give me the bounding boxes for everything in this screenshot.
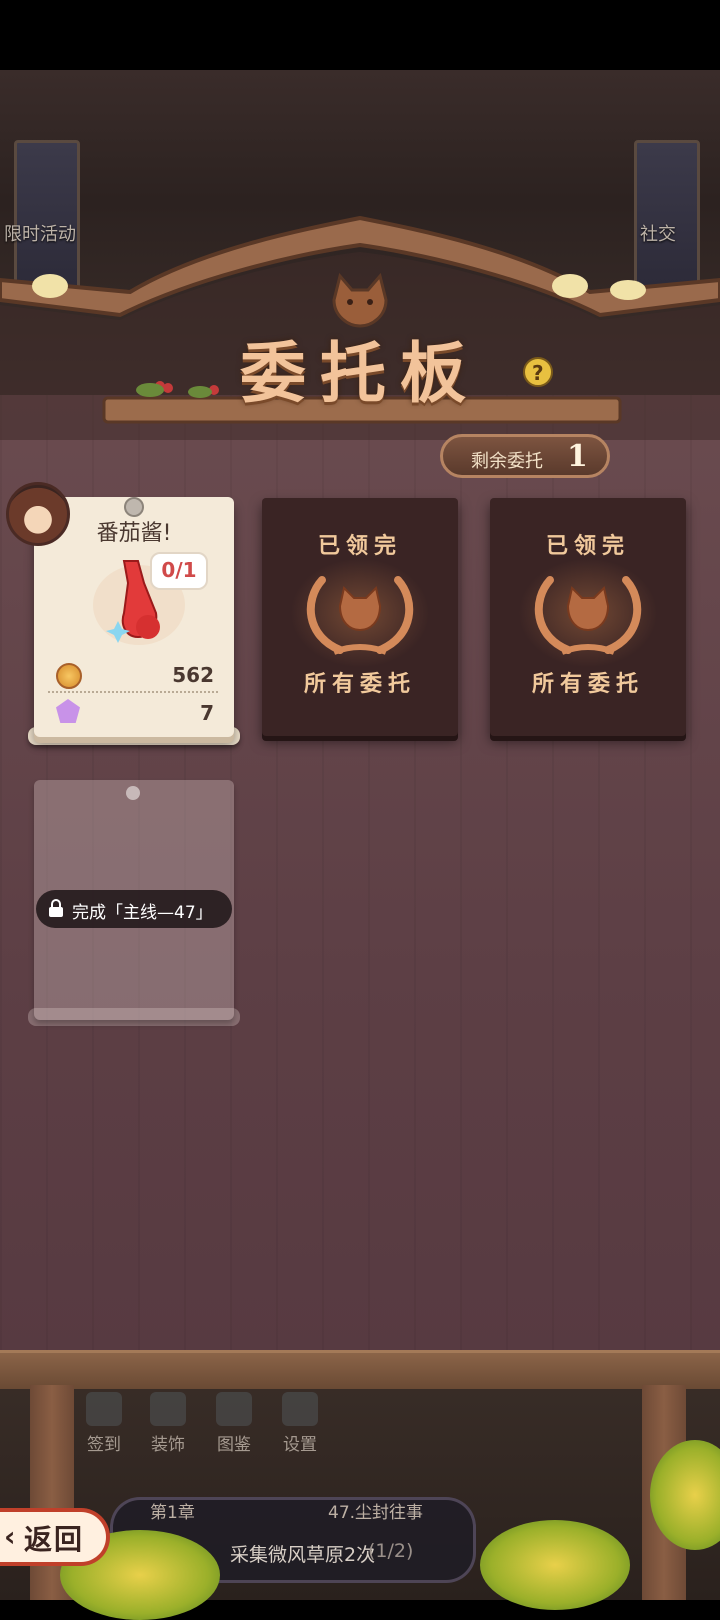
claimed-text: 已领完 — [545, 534, 630, 559]
reward-gem-value: 7 — [200, 701, 214, 725]
pin-icon — [126, 786, 140, 800]
all-commissions-text: 所有委托 — [303, 672, 416, 697]
cat-laurel-icon — [306, 576, 414, 655]
checkin-button[interactable]: 签到 — [74, 1392, 134, 1455]
calendar-icon — [86, 1392, 122, 1426]
lock-text: 完成「主线—47」 — [72, 903, 213, 923]
commission-card-tomato-sauce[interactable]: 番茄酱! 562 7 — [34, 497, 234, 737]
completed-card-2: 已领完 所有委托 — [490, 498, 686, 736]
progress-text: 0/1 — [161, 558, 197, 582]
board-title: 委托板 — [240, 334, 480, 412]
decoration-icon — [150, 1392, 186, 1426]
pin-icon — [124, 497, 144, 517]
gear-icon — [282, 1392, 318, 1426]
reward-coin-value: 562 — [172, 663, 214, 687]
quest-text: 采集微风草原2次 — [230, 1544, 376, 1566]
help-button[interactable] — [520, 345, 556, 381]
remaining-label: 剩余委托 — [471, 451, 543, 472]
decorate-label: 装饰 — [151, 1435, 185, 1455]
status-bar-area — [0, 0, 720, 70]
codex-label: 图鉴 — [217, 1435, 251, 1455]
back-label: 返回 — [24, 1523, 85, 1556]
chevron-left-icon: ‹ — [4, 1520, 16, 1553]
back-button[interactable]: ‹ 返回 — [0, 1508, 110, 1566]
remaining-count: 1 — [567, 439, 588, 474]
bush-decoration — [480, 1520, 630, 1610]
coin-icon — [56, 663, 82, 689]
decorate-button[interactable]: 装饰 — [138, 1392, 198, 1455]
book-icon — [216, 1392, 252, 1426]
reward-coin-row: 562 — [48, 659, 218, 693]
lock-requirement: 完成「主线—47」 — [36, 890, 232, 928]
avatar — [6, 482, 70, 546]
reward-gem-row: 7 — [48, 697, 218, 727]
checkin-label: 签到 — [87, 1435, 121, 1455]
completed-card-1: 已领完 所有委托 — [262, 498, 458, 736]
codex-button[interactable]: 图鉴 — [204, 1392, 264, 1455]
gem-icon — [56, 699, 80, 723]
board-shelf — [0, 1350, 720, 1389]
cat-laurel-icon — [534, 576, 642, 655]
chapter-name: 47.尘封往事 — [328, 1503, 424, 1523]
chapter-label: 第1章 — [150, 1503, 195, 1523]
all-commissions-text: 所有委托 — [531, 672, 644, 697]
quest-progress: (1/2) — [368, 1540, 414, 1562]
lock-icon — [49, 899, 63, 917]
remaining-commissions-badge: 剩余委托 1 — [440, 434, 610, 478]
settings-button[interactable]: 设置 — [270, 1392, 330, 1455]
settings-label: 设置 — [283, 1435, 317, 1455]
claimed-text: 已领完 — [317, 534, 402, 559]
progress-bubble: 0/1 — [150, 552, 208, 590]
